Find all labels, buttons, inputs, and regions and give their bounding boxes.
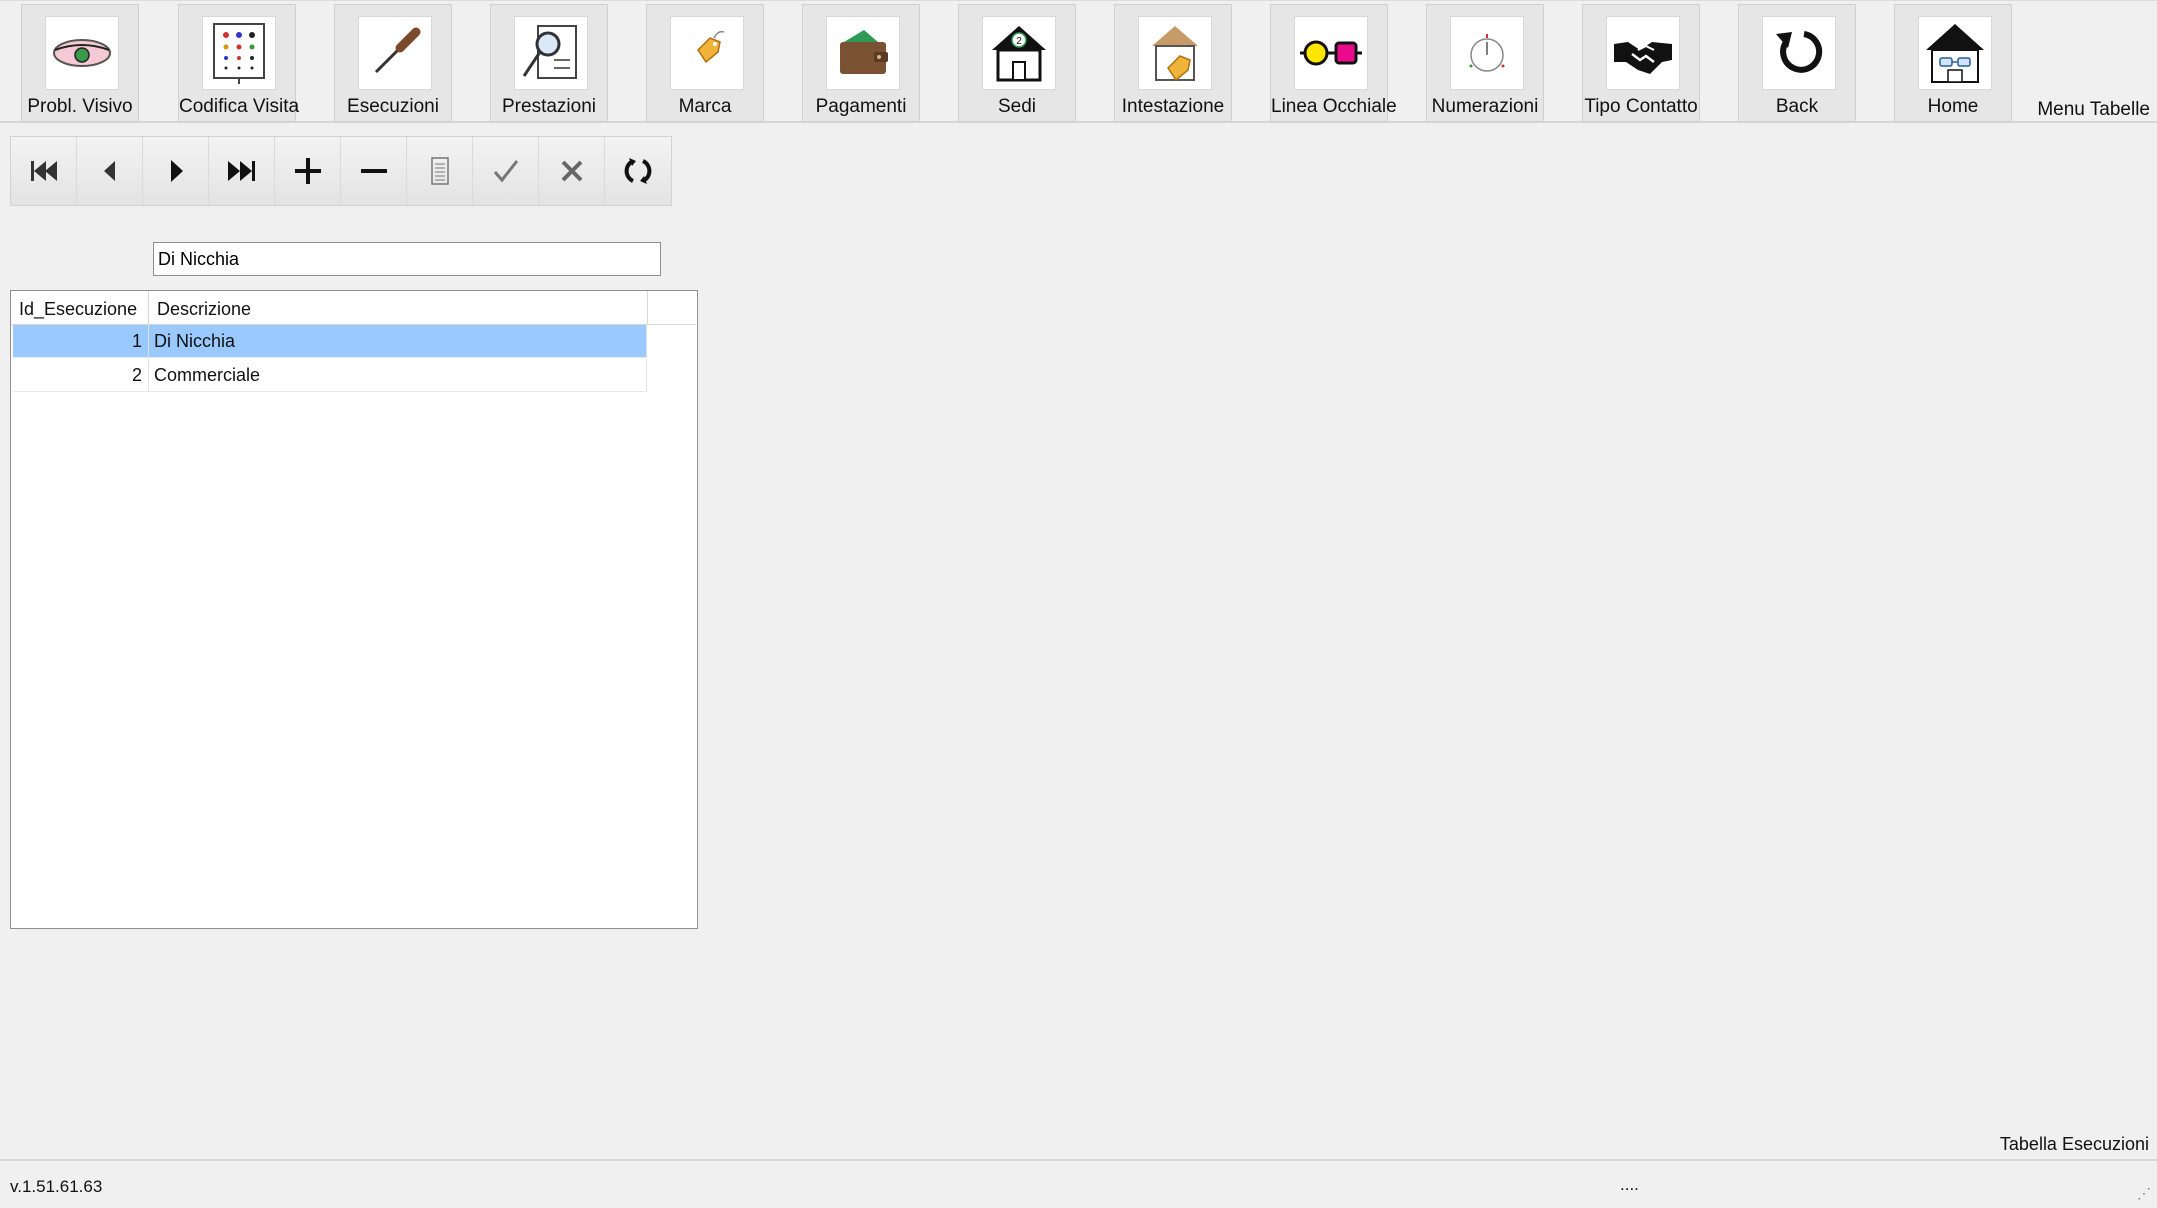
status-bar: v.1.51.61.63 .... ⋰ bbox=[0, 1159, 2157, 1208]
column-header-filler bbox=[648, 291, 696, 325]
home-icon bbox=[1926, 24, 1984, 83]
next-record-icon bbox=[170, 160, 183, 182]
tile-prestazioni[interactable]: Prestazioni bbox=[490, 4, 608, 122]
house-tag-icon bbox=[1152, 26, 1198, 82]
tile-pagamenti[interactable]: Pagamenti bbox=[802, 4, 920, 122]
search-input[interactable] bbox=[153, 242, 661, 276]
refresh-button[interactable] bbox=[605, 137, 671, 205]
delete-record-button[interactable] bbox=[341, 137, 407, 205]
tile-home[interactable]: Home bbox=[1894, 4, 2012, 122]
column-header-descrizione[interactable]: Descrizione bbox=[149, 291, 648, 325]
tile-label: Codifica Visita bbox=[179, 96, 300, 117]
tile-back[interactable]: Back bbox=[1738, 4, 1856, 122]
refresh-icon bbox=[624, 158, 652, 184]
tile-label: Esecuzioni bbox=[347, 96, 439, 117]
previous-record-icon bbox=[103, 161, 115, 181]
table-row[interactable]: 2 Commerciale bbox=[13, 359, 647, 392]
back-arrow-icon bbox=[1776, 31, 1823, 73]
ribbon-toolbar: Probl. Visivo Codifica Visita Esecuzioni… bbox=[0, 0, 2157, 123]
last-record-button[interactable] bbox=[209, 137, 275, 205]
eye-chart-icon bbox=[213, 23, 265, 84]
tile-esecuzioni[interactable]: Esecuzioni bbox=[334, 4, 452, 122]
record-navigator bbox=[10, 136, 672, 206]
price-tag-icon bbox=[697, 30, 725, 64]
cell-descrizione[interactable]: Di Nicchia bbox=[149, 325, 647, 358]
tile-intestazione[interactable]: Intestazione bbox=[1114, 4, 1232, 122]
data-grid[interactable]: Id_Esecuzione Descrizione 1 Di Nicchia 2… bbox=[10, 290, 698, 929]
version-label: v.1.51.61.63 bbox=[10, 1177, 103, 1196]
wallet-icon bbox=[840, 30, 888, 74]
svg-text:2: 2 bbox=[1016, 36, 1022, 47]
tile-label: Sedi bbox=[997, 96, 1037, 117]
handshake-icon bbox=[1614, 42, 1672, 74]
resize-grip-icon[interactable]: ⋰ bbox=[2137, 1185, 2151, 1202]
tile-marca[interactable]: Marca bbox=[646, 4, 764, 122]
cancel-icon bbox=[561, 160, 582, 182]
next-record-button[interactable] bbox=[143, 137, 209, 205]
delete-record-icon bbox=[360, 169, 387, 173]
tile-linea-occhiale[interactable]: Linea Occhiale bbox=[1270, 4, 1397, 122]
tile-tipo-contatto[interactable]: Tipo Contatto bbox=[1582, 4, 1700, 122]
tile-label: Probl. Visivo bbox=[27, 96, 133, 117]
tile-sedi[interactable]: 2 Sedi bbox=[958, 4, 1076, 122]
house-number-icon: 2 bbox=[992, 26, 1046, 82]
tile-label: Numerazioni bbox=[1431, 96, 1539, 117]
glasses-line-icon bbox=[1300, 40, 1362, 66]
menu-title: Menu Tabelle bbox=[2037, 99, 2150, 120]
confirm-button[interactable] bbox=[473, 137, 539, 205]
cancel-button[interactable] bbox=[539, 137, 605, 205]
tile-codifica-visita[interactable]: Codifica Visita bbox=[178, 4, 300, 122]
edit-record-icon bbox=[430, 157, 449, 185]
tile-label: Marca bbox=[678, 96, 732, 117]
form-title: Tabella Esecuzioni bbox=[1999, 1134, 2149, 1154]
numbering-icon bbox=[1469, 34, 1505, 72]
tile-label: Prestazioni bbox=[502, 96, 596, 117]
magnifier-document-icon bbox=[522, 25, 577, 79]
edit-record-button[interactable] bbox=[407, 137, 473, 205]
tile-label: Home bbox=[1927, 96, 1979, 117]
previous-record-button[interactable] bbox=[77, 137, 143, 205]
column-header-id[interactable]: Id_Esecuzione bbox=[11, 291, 149, 325]
tile-probl-visivo[interactable]: Probl. Visivo bbox=[21, 4, 139, 122]
grid-header: Id_Esecuzione Descrizione bbox=[11, 291, 696, 325]
tile-label: Pagamenti bbox=[815, 96, 907, 117]
tile-numerazioni[interactable]: Numerazioni bbox=[1426, 4, 1544, 122]
tile-label: Tipo Contatto bbox=[1584, 96, 1698, 117]
cell-id[interactable]: 2 bbox=[13, 359, 149, 392]
table-row[interactable]: 1 Di Nicchia bbox=[13, 325, 647, 358]
confirm-icon bbox=[493, 160, 518, 183]
cell-id[interactable]: 1 bbox=[13, 325, 149, 358]
screwdriver-icon bbox=[374, 27, 421, 74]
cell-descrizione[interactable]: Commerciale bbox=[149, 359, 647, 392]
add-record-icon bbox=[294, 158, 321, 184]
last-record-icon bbox=[227, 161, 255, 181]
add-record-button[interactable] bbox=[275, 137, 341, 205]
first-record-icon bbox=[30, 161, 57, 181]
tile-label: Intestazione bbox=[1121, 96, 1225, 117]
status-text: .... bbox=[1620, 1175, 1639, 1194]
tile-label: Linea Occhiale bbox=[1271, 96, 1397, 117]
first-record-button[interactable] bbox=[11, 137, 77, 205]
tile-label: Back bbox=[1775, 96, 1819, 117]
eye-icon bbox=[53, 39, 111, 67]
